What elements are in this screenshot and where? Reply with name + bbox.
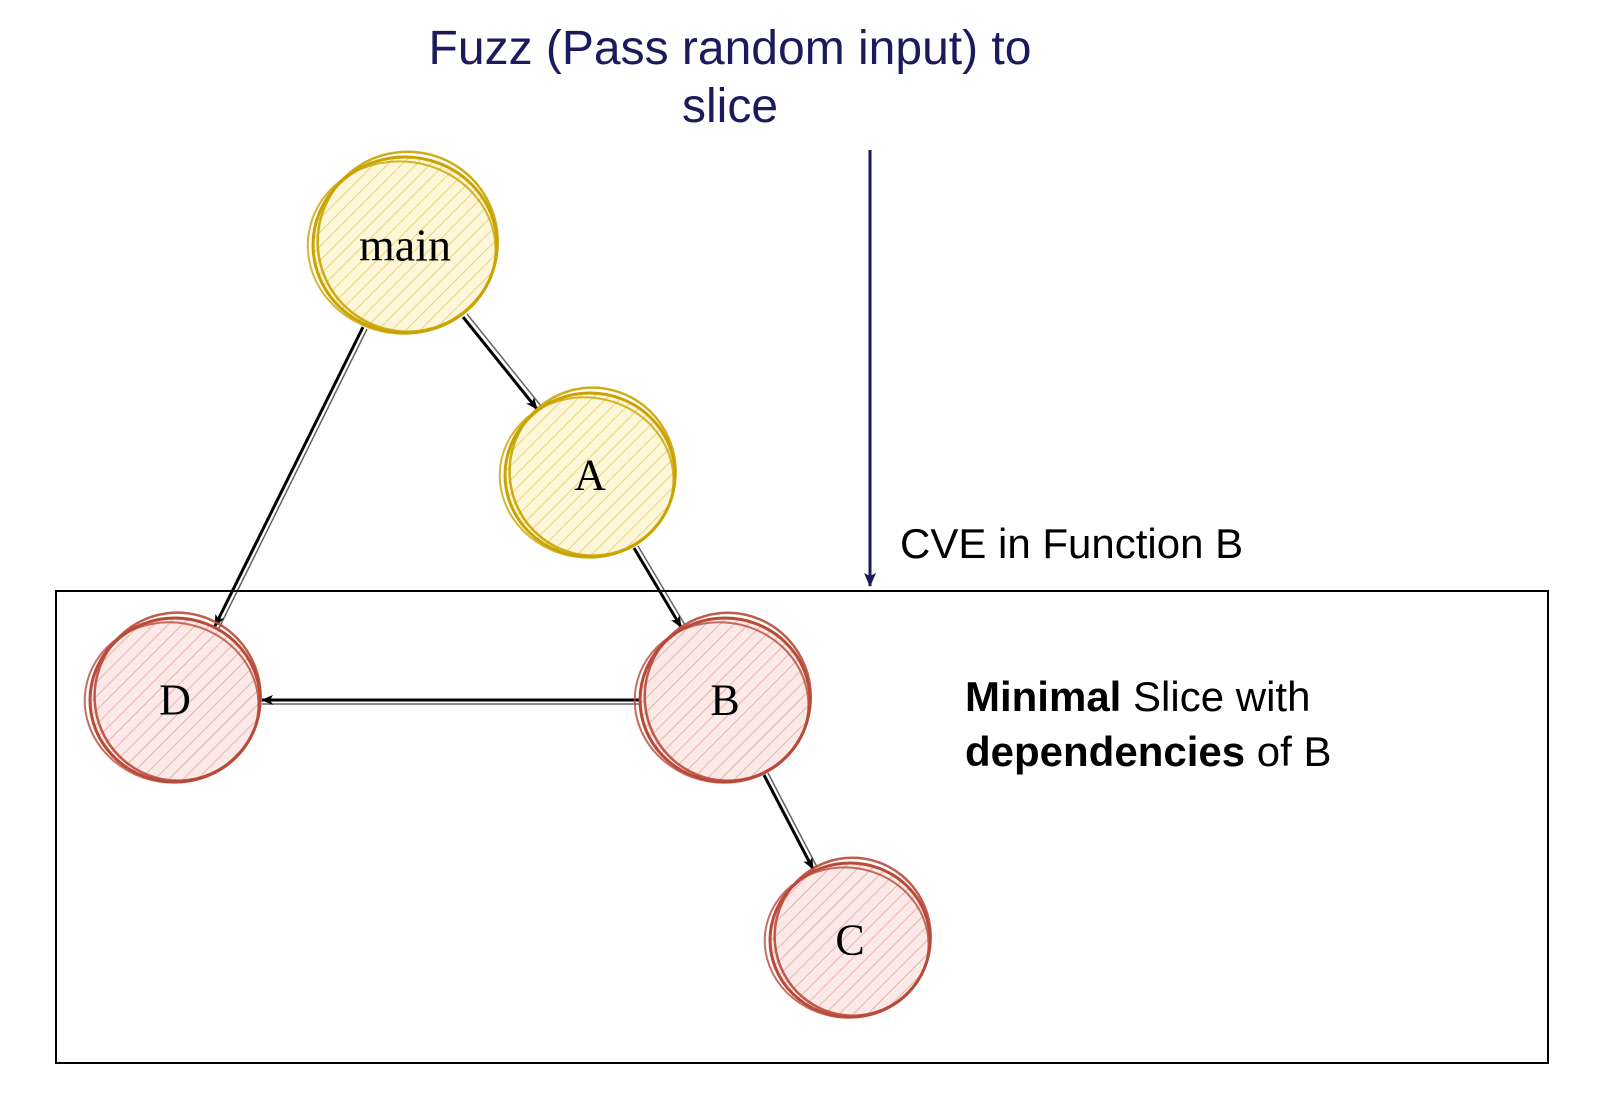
node-c-label: C	[835, 915, 864, 966]
diagram-title: Fuzz (Pass random input) to slice	[330, 20, 1130, 135]
slice-label-minimal: Minimal	[965, 673, 1121, 720]
edge-main-to-d	[215, 327, 367, 628]
slice-box	[55, 590, 1549, 1064]
node-a-label: A	[574, 450, 606, 501]
title-line-2: slice	[682, 80, 778, 133]
title-line-1: Fuzz (Pass random input) to	[429, 22, 1032, 75]
slice-label-mid1: Slice with	[1121, 673, 1310, 720]
slice-label-tail: of B	[1245, 728, 1331, 775]
node-b-label: B	[710, 675, 739, 726]
edge-main-to-a	[463, 314, 541, 409]
node-main-label: main	[359, 219, 451, 272]
node-d-label: D	[159, 675, 191, 726]
slice-label-dependencies: dependencies	[965, 728, 1245, 775]
slice-label: Minimal Slice with dependencies of B	[965, 670, 1485, 779]
cve-label: CVE in Function B	[900, 520, 1243, 568]
